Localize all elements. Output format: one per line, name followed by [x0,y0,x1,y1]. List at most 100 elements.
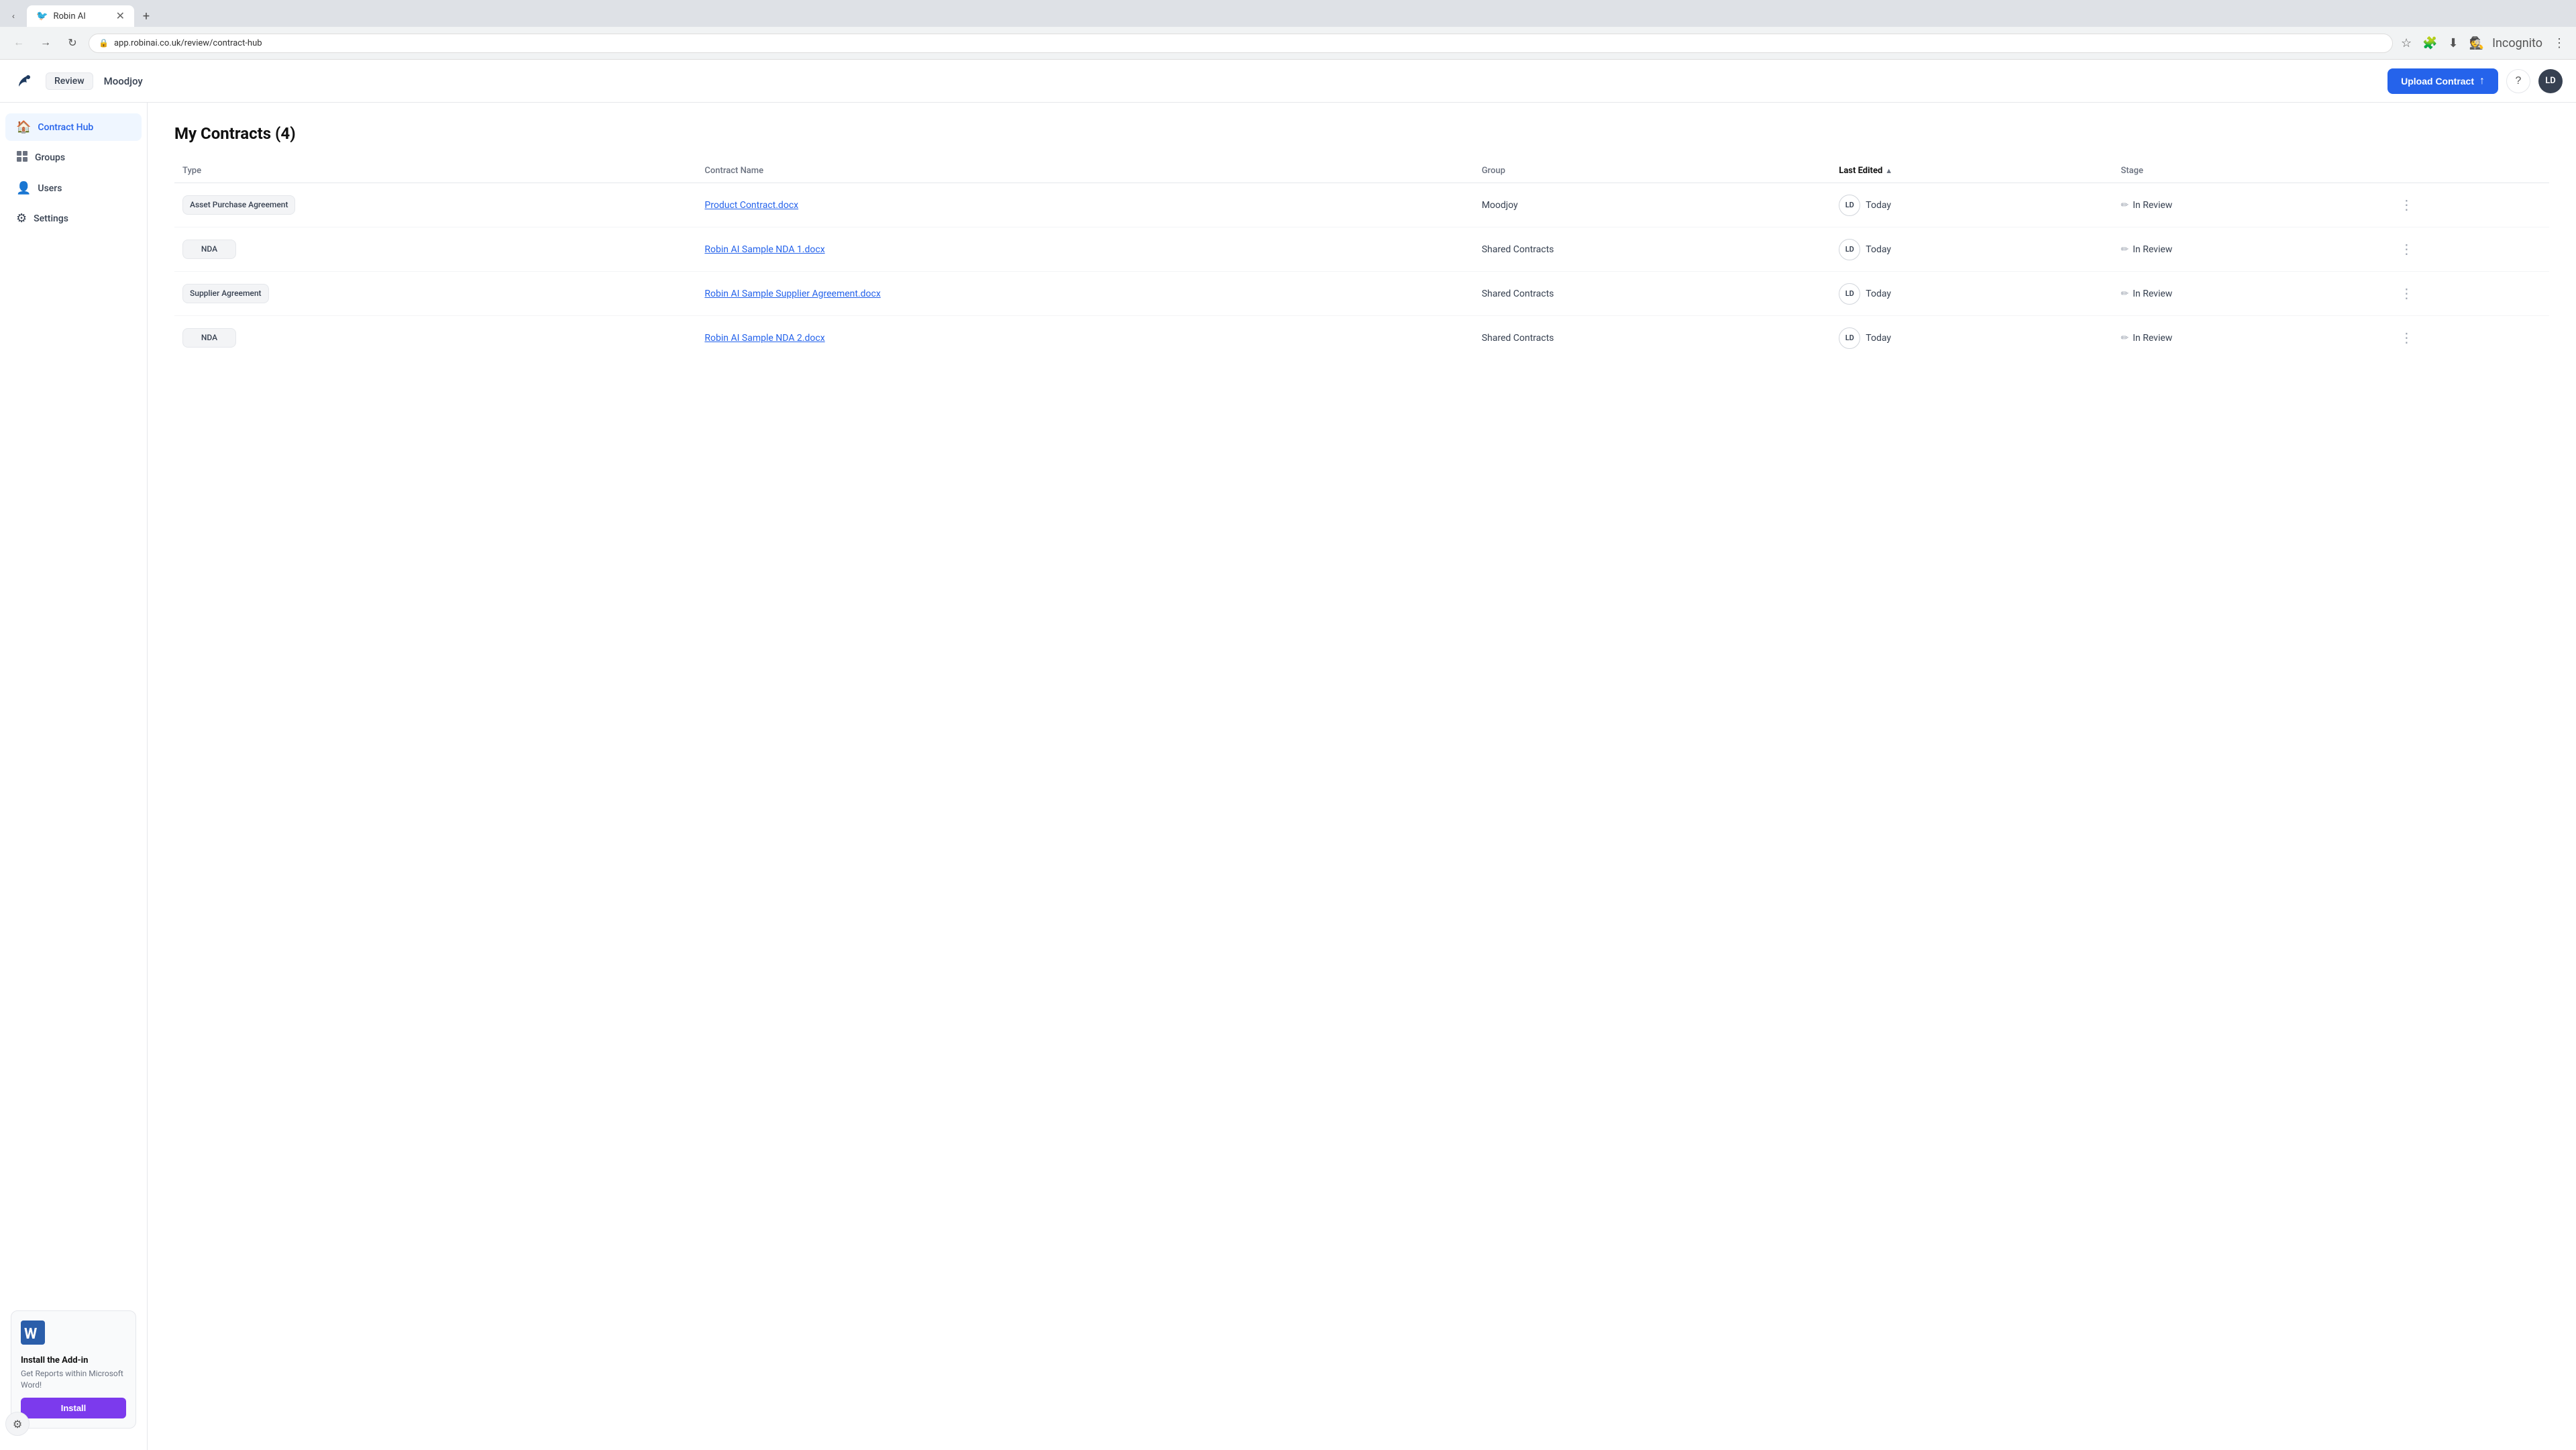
col-stage: Stage [2112,159,2386,183]
active-browser-tab[interactable]: 🐦 Robin AI ✕ [27,5,134,27]
last-edited-cell-1: LD Today [1839,239,2104,260]
sidebar-label-contract-hub: Contract Hub [38,122,93,133]
org-name: Moodjoy [104,75,143,87]
cell-contract-name-0: Product Contract.docx [696,183,1473,227]
table-header-row: Type Contract Name Group Last Edited ▲ [174,159,2549,183]
lock-icon: 🔒 [99,38,109,48]
row-more-button-2[interactable]: ⋮ [2394,282,2418,305]
tab-nav-left[interactable]: ‹ [5,8,21,24]
stage-cell-2: ✏ In Review [2121,289,2378,299]
cell-more-0: ⋮ [2386,183,2549,227]
incognito-badge: 🕵 Incognito [2467,34,2545,53]
row-more-button-0[interactable]: ⋮ [2394,194,2418,216]
install-label: Install [61,1403,87,1413]
stage-label-0: In Review [2133,200,2172,211]
address-bar[interactable]: 🔒 app.robinai.co.uk/review/contract-hub [89,34,2393,53]
sidebar-label-settings: Settings [34,213,68,224]
incognito-icon: 🕵 [2467,34,2487,53]
addon-title: Install the Add-in [21,1355,126,1365]
sidebar-item-settings[interactable]: ⚙ Settings [5,205,142,232]
type-badge-1: NDA [182,240,236,260]
contracts-table: Type Contract Name Group Last Edited ▲ [174,159,2549,360]
editor-avatar-2: LD [1839,283,1860,305]
sidebar-label-groups: Groups [35,152,65,163]
svg-text:W: W [24,1326,37,1343]
app-logo[interactable] [13,70,35,92]
floating-settings-button[interactable]: ⚙ [5,1412,30,1436]
addon-description: Get Reports within Microsoft Word! [21,1368,126,1391]
stage-cell-1: ✏ In Review [2121,244,2378,255]
contract-link-0[interactable]: Product Contract.docx [704,200,798,211]
back-button[interactable]: ← [8,32,30,54]
sidebar: 🏠 Contract Hub Groups 👤 Users ⚙ Settings… [0,103,148,1450]
header-right: Upload Contract ↑ ? LD [2387,68,2563,94]
page-title: My Contracts (4) [174,124,2549,143]
browser-menu-icon[interactable]: ⋮ [2551,34,2568,53]
user-avatar-button[interactable]: LD [2538,69,2563,93]
reload-button[interactable]: ↻ [62,32,83,54]
new-tab-button[interactable]: + [137,7,156,25]
cell-last-edited-0: LD Today [1831,183,2112,227]
last-edited-cell-2: LD Today [1839,283,2104,305]
extensions-icon[interactable]: 🧩 [2420,34,2440,53]
download-icon[interactable]: ⬇ [2446,34,2461,53]
tab-close-button[interactable]: ✕ [116,11,125,21]
app-body: 🏠 Contract Hub Groups 👤 Users ⚙ Settings… [0,103,2576,1450]
editor-avatar-3: LD [1839,327,1860,349]
upload-contract-button[interactable]: Upload Contract ↑ [2387,68,2498,94]
group-name-1: Shared Contracts [1482,244,1554,255]
col-last-edited[interactable]: Last Edited ▲ [1831,159,2112,183]
sidebar-item-groups[interactable]: Groups [5,144,142,172]
table-row: NDA Robin AI Sample NDA 1.docx Shared Co… [174,227,2549,272]
word-icon: W [21,1320,126,1350]
editor-avatar-1: LD [1839,239,1860,260]
users-icon: 👤 [16,181,31,195]
group-name-0: Moodjoy [1482,200,1518,211]
contract-link-1[interactable]: Robin AI Sample NDA 1.docx [704,244,824,255]
avatar-initials: LD [2545,76,2556,86]
bookmark-icon[interactable]: ☆ [2398,34,2414,53]
cell-last-edited-1: LD Today [1831,227,2112,272]
install-addon-button[interactable]: Install [21,1398,126,1418]
table-body: Asset Purchase Agreement Product Contrac… [174,183,2549,360]
cell-type-2: Supplier Agreement [174,272,696,316]
table-header: Type Contract Name Group Last Edited ▲ [174,159,2549,183]
pencil-icon-1: ✏ [2121,244,2129,255]
group-name-3: Shared Contracts [1482,333,1554,344]
contract-link-3[interactable]: Robin AI Sample NDA 2.docx [704,333,824,344]
cell-more-3: ⋮ [2386,316,2549,360]
stage-label-2: In Review [2133,289,2172,299]
pencil-icon-0: ✏ [2121,200,2129,211]
col-contract-name: Contract Name [696,159,1473,183]
browser-chrome: ‹ 🐦 Robin AI ✕ + ← → ↻ 🔒 app.robinai.co.… [0,0,2576,60]
row-more-button-3[interactable]: ⋮ [2394,327,2418,349]
contract-link-2[interactable]: Robin AI Sample Supplier Agreement.docx [704,289,880,299]
table-row: Supplier Agreement Robin AI Sample Suppl… [174,272,2549,316]
help-icon: ? [2516,75,2522,87]
help-button[interactable]: ? [2506,69,2530,93]
cell-stage-2: ✏ In Review [2112,272,2386,316]
cell-contract-name-1: Robin AI Sample NDA 1.docx [696,227,1473,272]
cell-group-0: Moodjoy [1474,183,1831,227]
sidebar-item-users[interactable]: 👤 Users [5,174,142,202]
cell-group-3: Shared Contracts [1474,316,1831,360]
stage-label-3: In Review [2133,333,2172,344]
stage-cell-3: ✏ In Review [2121,333,2378,344]
forward-button[interactable]: → [35,32,56,54]
review-badge[interactable]: Review [46,72,93,90]
stage-cell-0: ✏ In Review [2121,200,2378,211]
type-badge-3: NDA [182,328,236,348]
editor-avatar-0: LD [1839,195,1860,216]
sidebar-item-contract-hub[interactable]: 🏠 Contract Hub [5,113,142,141]
sidebar-label-users: Users [38,183,62,194]
browser-toolbar-right: ☆ 🧩 ⬇ 🕵 Incognito ⋮ [2398,34,2568,53]
upload-icon: ↑ [2479,75,2485,87]
settings-icon: ⚙ [16,211,27,225]
stage-label-1: In Review [2133,244,2172,255]
last-edited-cell-0: LD Today [1839,195,2104,216]
cell-type-0: Asset Purchase Agreement [174,183,696,227]
upload-label: Upload Contract [2401,76,2474,87]
row-more-button-1[interactable]: ⋮ [2394,238,2418,260]
table-row: Asset Purchase Agreement Product Contrac… [174,183,2549,227]
pencil-icon-2: ✏ [2121,289,2129,299]
